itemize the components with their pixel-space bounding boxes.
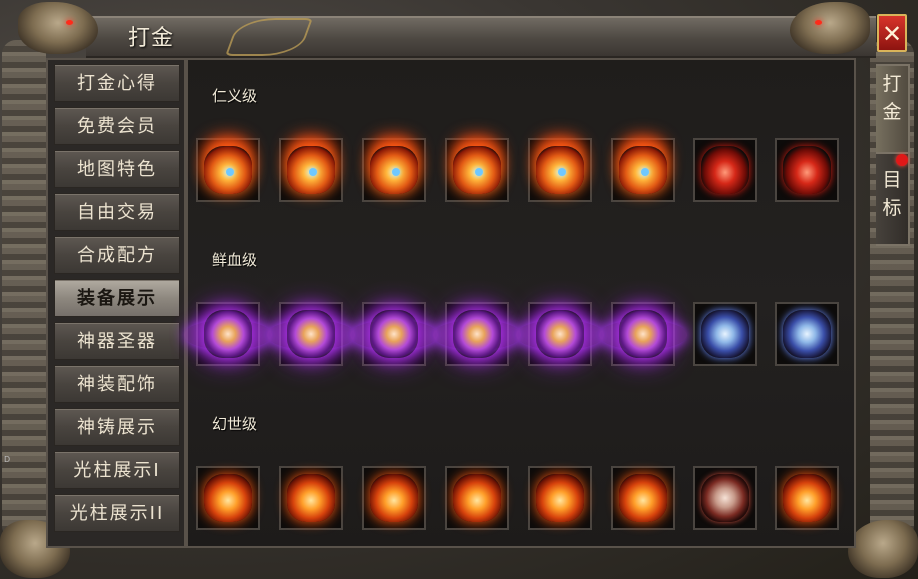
item-slot[interactable] bbox=[528, 138, 592, 202]
nav-item-forge-showcase[interactable]: 神铸展示 bbox=[54, 408, 180, 446]
nav-item-experience[interactable]: 打金心得 bbox=[54, 64, 180, 102]
ember-armor-icon bbox=[701, 474, 749, 522]
item-slot[interactable] bbox=[611, 466, 675, 530]
nav-item-accessories[interactable]: 神装配饰 bbox=[54, 365, 180, 403]
item-slot[interactable] bbox=[196, 466, 260, 530]
violet-helmet-icon bbox=[204, 310, 252, 358]
tier-label: 幻世级 bbox=[212, 415, 258, 433]
tier-label: 仁义级 bbox=[212, 87, 258, 105]
nav-item-light-pillar-1[interactable]: 光柱展示I bbox=[54, 451, 180, 489]
item-slot[interactable] bbox=[267, 302, 355, 366]
nav-item-synthesis[interactable]: 合成配方 bbox=[54, 236, 180, 274]
nav-item-artifacts[interactable]: 神器圣器 bbox=[54, 322, 180, 360]
tab-dajin[interactable]: 打 金 bbox=[876, 64, 910, 156]
ember-belt-icon bbox=[536, 474, 584, 522]
item-slot[interactable] bbox=[693, 138, 757, 202]
item-slot[interactable] bbox=[693, 466, 757, 530]
azure-armor-icon bbox=[701, 310, 749, 358]
violet-belt-icon bbox=[536, 310, 584, 358]
crimson-armor-icon bbox=[701, 146, 749, 194]
violet-boots-icon bbox=[619, 310, 667, 358]
crimson-weapon-icon bbox=[783, 146, 831, 194]
item-slot[interactable] bbox=[599, 302, 687, 366]
title-bar bbox=[86, 16, 876, 58]
item-slot[interactable] bbox=[184, 302, 272, 366]
tab-dajin-label: 打 金 bbox=[882, 73, 902, 123]
tab-mubiao[interactable]: 目 标 bbox=[876, 152, 910, 246]
ember-ring-icon bbox=[453, 474, 501, 522]
violet-necklace-icon bbox=[287, 310, 335, 358]
ember-bracelet-icon bbox=[370, 474, 418, 522]
ember-necklace-icon bbox=[287, 474, 335, 522]
dragon-head-icon bbox=[790, 2, 870, 54]
item-slot[interactable] bbox=[445, 466, 509, 530]
item-slot[interactable] bbox=[362, 138, 426, 202]
item-slot[interactable] bbox=[693, 302, 757, 366]
ember-helmet-icon bbox=[204, 474, 252, 522]
item-slot[interactable] bbox=[279, 466, 343, 530]
item-slot[interactable] bbox=[516, 302, 604, 366]
nav-item-free-membership[interactable]: 免费会员 bbox=[54, 107, 180, 145]
item-slot[interactable] bbox=[775, 302, 839, 366]
item-slot[interactable] bbox=[611, 138, 675, 202]
nav-item-free-trade[interactable]: 自由交易 bbox=[54, 193, 180, 231]
item-slot[interactable] bbox=[433, 302, 521, 366]
item-slot[interactable] bbox=[775, 138, 839, 202]
nav-item-map-features[interactable]: 地图特色 bbox=[54, 150, 180, 188]
item-slot[interactable] bbox=[775, 466, 839, 530]
tier-label: 鲜血级 bbox=[212, 251, 258, 269]
nav-item-light-pillar-2[interactable]: 光柱展示II bbox=[54, 494, 180, 532]
notification-dot bbox=[896, 154, 908, 166]
item-slot[interactable] bbox=[362, 466, 426, 530]
item-slot[interactable] bbox=[196, 138, 260, 202]
left-pillar-ornament bbox=[2, 40, 46, 540]
tab-mubiao-label: 目 标 bbox=[882, 169, 902, 219]
azure-weapon-icon bbox=[783, 310, 831, 358]
violet-bracelet-icon bbox=[370, 310, 418, 358]
edge-mark: D bbox=[4, 455, 11, 464]
item-slot[interactable] bbox=[350, 302, 438, 366]
item-slot[interactable] bbox=[445, 138, 509, 202]
nav-item-equipment-showcase[interactable]: 装备展示 bbox=[54, 279, 180, 317]
violet-ring-icon bbox=[453, 310, 501, 358]
item-slot[interactable] bbox=[279, 138, 343, 202]
ember-weapon-icon bbox=[783, 474, 831, 522]
ember-boots-icon bbox=[619, 474, 667, 522]
item-slot[interactable] bbox=[528, 466, 592, 530]
dragon-claw-icon bbox=[848, 520, 918, 578]
close-button[interactable]: ✕ bbox=[877, 14, 907, 52]
window-title: 打金 bbox=[128, 26, 175, 51]
